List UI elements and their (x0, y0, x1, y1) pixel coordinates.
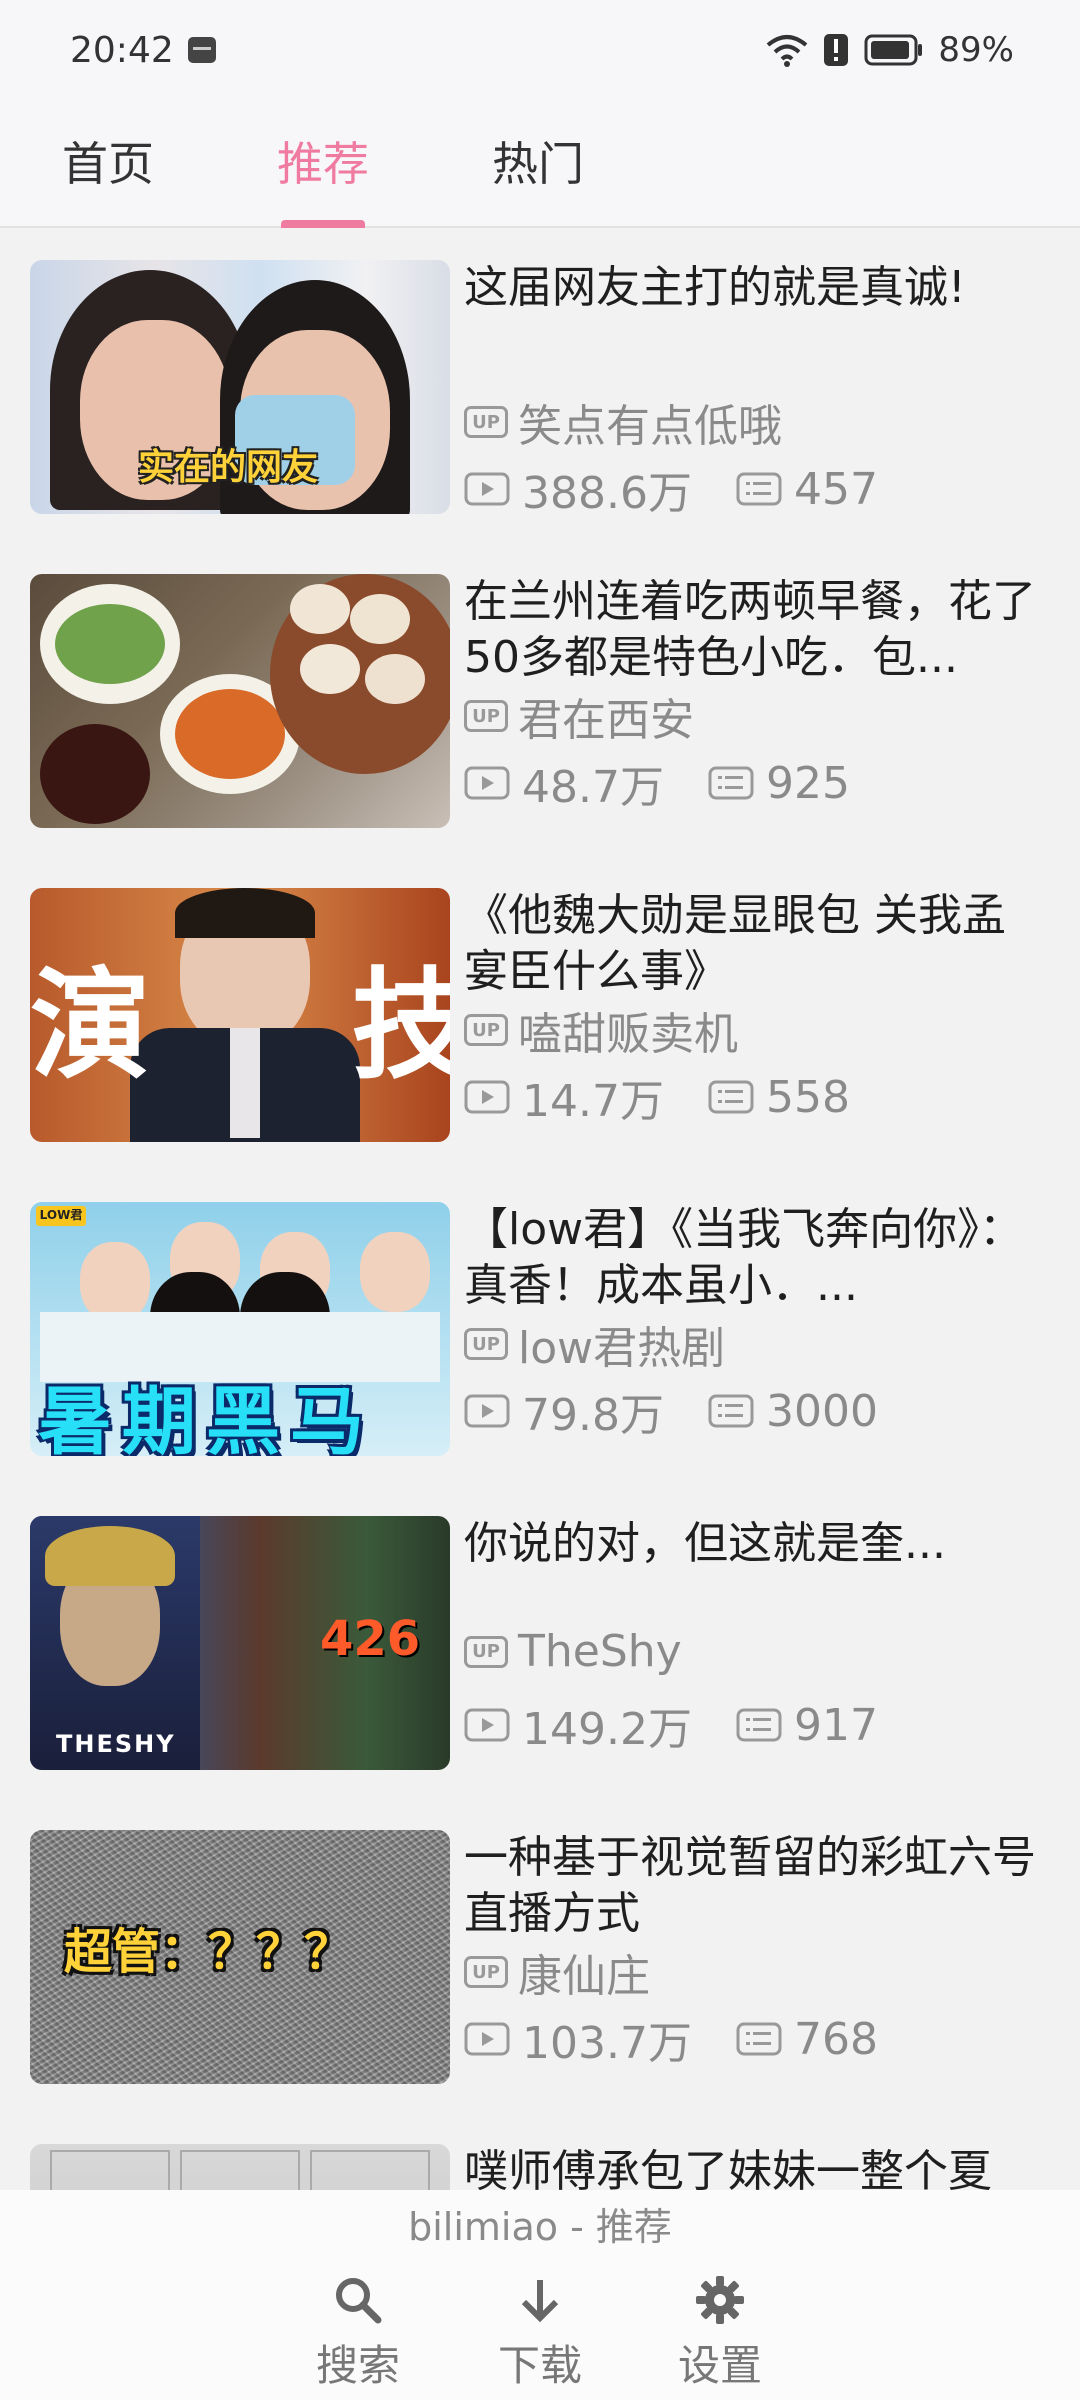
danmaku-icon (708, 1079, 756, 1115)
nav-search-button[interactable]: 搜索 (298, 2274, 418, 2393)
video-author[interactable]: 君在西安 (518, 684, 694, 748)
video-thumbnail[interactable] (30, 2144, 450, 2190)
video-thumbnail[interactable]: 实在的网友 (30, 260, 450, 514)
status-time: 20:42 (70, 29, 174, 71)
tab-home[interactable]: 首页 (28, 128, 188, 228)
tab-recommend[interactable]: 推荐 (243, 128, 403, 228)
thumbnail-caption: 超管：？？？ (64, 1924, 353, 1980)
play-count-icon (464, 471, 512, 507)
up-icon: UP (464, 406, 508, 438)
active-tab-indicator (281, 220, 365, 228)
video-author[interactable]: 笑点有点低哦 (518, 390, 782, 454)
video-item[interactable]: 在兰州连着吃两顿早餐，花了50多都是特色小吃．包... UP 君在西安 48.7… (0, 544, 1080, 858)
up-icon: UP (464, 1328, 508, 1360)
score-overlay: 426 (320, 1611, 421, 1667)
danmaku-count: 768 (793, 2013, 878, 2065)
video-thumbnail[interactable]: THESHY 426 (30, 1516, 450, 1770)
thumbnail-caption: 暑期黑马 (38, 1379, 374, 1456)
video-thumbnail[interactable]: 演 技 (30, 888, 450, 1142)
view-count: 149.2万 (522, 1704, 692, 1755)
danmaku-icon (708, 1393, 756, 1429)
danmaku-count: 457 (793, 463, 878, 515)
tab-label: 推荐 (277, 137, 369, 191)
nav-download-button[interactable]: 下载 (480, 2274, 600, 2393)
view-count: 388.6万 (522, 468, 692, 519)
video-author[interactable]: 嗑甜贩卖机 (518, 998, 738, 1062)
play-count-icon (464, 765, 512, 801)
video-author[interactable]: TheShy (518, 1626, 682, 1677)
video-item[interactable]: 噗师傅承包了妹妹一整个夏 (0, 2114, 1080, 2190)
up-icon: UP (464, 1014, 508, 1046)
tab-label: 首页 (62, 137, 154, 191)
video-item[interactable]: 实在的网友 这届网友主打的就是真诚! UP 笑点有点低哦 388.6万 457 (0, 230, 1080, 544)
video-author[interactable]: low君热剧 (518, 1312, 725, 1376)
gear-icon (696, 2276, 744, 2324)
thumbnail-caption: 实在的网友 (138, 447, 319, 488)
video-title[interactable]: 一种基于视觉暂留的彩虹六号直播方式 (464, 1830, 1049, 1942)
up-icon: UP (464, 700, 508, 732)
status-bar: 20:42 89% (0, 0, 1080, 100)
video-thumbnail[interactable]: LOW君 暑期黑马 (30, 1202, 450, 1456)
battery-percent: 89% (938, 30, 1014, 70)
video-list[interactable]: 实在的网友 这届网友主打的就是真诚! UP 笑点有点低哦 388.6万 457 (0, 230, 1080, 2190)
play-count-icon (464, 1079, 512, 1115)
view-count: 79.8万 (522, 1390, 664, 1441)
nav-label: 设置 (677, 2341, 762, 2390)
play-count-icon (464, 2021, 512, 2057)
channel-logo: LOW君 (36, 1206, 86, 1226)
download-icon (521, 2280, 559, 2323)
thumbnail-caption: 演 技 (30, 957, 450, 1096)
video-thumbnail[interactable]: 超管：？？？ (30, 1830, 450, 2084)
bottom-bar: bilimiao - 推荐 搜索 下载 设置 (0, 2190, 1080, 2400)
danmaku-icon (736, 471, 784, 507)
video-item[interactable]: 演 技 《他魏大勋是显眼包 关我孟宴臣什么事》 UP 嗑甜贩卖机 14.7万 5… (0, 858, 1080, 1172)
danmaku-icon (736, 2021, 784, 2057)
app-page-title: bilimiao - 推荐 (408, 2205, 672, 2249)
play-count-icon (464, 1707, 512, 1743)
nav-settings-button[interactable]: 设置 (660, 2274, 780, 2393)
danmaku-count: 925 (765, 757, 850, 809)
danmaku-count: 558 (765, 1071, 850, 1123)
video-title[interactable]: 这届网友主打的就是真诚! (464, 260, 1049, 316)
tab-label: 热门 (492, 137, 584, 191)
video-thumbnail[interactable] (30, 574, 450, 828)
video-item[interactable]: 超管：？？？ 一种基于视觉暂留的彩虹六号直播方式 UP 康仙庄 103.7万 7… (0, 1800, 1080, 2114)
view-count: 103.7万 (522, 2018, 692, 2069)
up-icon: UP (464, 1956, 508, 1988)
battery-icon (864, 34, 924, 66)
video-title[interactable]: 【low君】《当我飞奔向你》：真香！成本虽小．... (464, 1202, 1049, 1314)
video-title[interactable]: 在兰州连着吃两顿早餐，花了50多都是特色小吃．包... (464, 574, 1049, 686)
alert-icon (822, 33, 850, 67)
danmaku-count: 3000 (765, 1385, 878, 1437)
video-author[interactable]: 康仙庄 (518, 1940, 650, 2004)
wifi-icon (766, 33, 808, 67)
video-title[interactable]: 《他魏大勋是显眼包 关我孟宴臣什么事》 (464, 888, 1049, 1000)
danmaku-count: 917 (793, 1699, 878, 1751)
tab-hot[interactable]: 热门 (458, 128, 618, 228)
view-count: 14.7万 (522, 1076, 664, 1127)
video-title[interactable]: 噗师傅承包了妹妹一整个夏 (464, 2144, 1049, 2190)
top-tab-bar: 首页 推荐 热门 (0, 100, 1080, 228)
video-item[interactable]: THESHY 426 你说的对，但这就是奎... UP TheShy 149.2… (0, 1486, 1080, 1800)
video-title[interactable]: 你说的对，但这就是奎... (464, 1516, 1049, 1572)
up-icon: UP (464, 1635, 508, 1668)
search-icon (336, 2278, 382, 2324)
video-item[interactable]: LOW君 暑期黑马 【low君】《当我飞奔向你》：真香！成本虽小．... UP … (0, 1172, 1080, 1486)
thumbnail-caption: THESHY (56, 1730, 176, 1758)
nav-label: 下载 (497, 2341, 582, 2390)
view-count: 48.7万 (522, 762, 664, 813)
danmaku-icon (736, 1707, 784, 1743)
notification-icon (187, 37, 216, 63)
danmaku-icon (708, 765, 756, 801)
nav-label: 搜索 (315, 2341, 400, 2390)
play-count-icon (464, 1393, 512, 1429)
